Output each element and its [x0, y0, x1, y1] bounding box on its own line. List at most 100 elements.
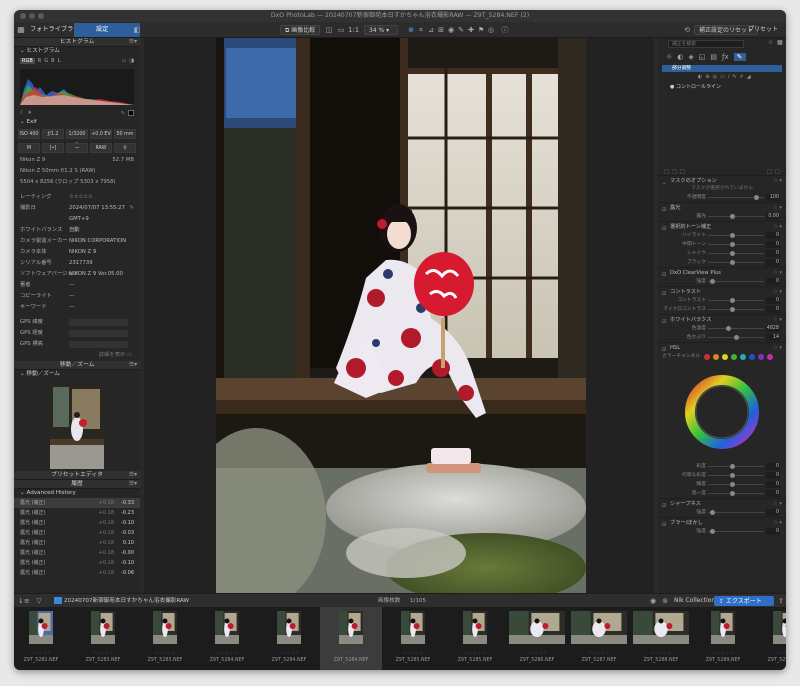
filmstrip-thumbnail[interactable]: ☆☆☆☆☆ Z9T_5282.NEF [14, 607, 72, 670]
slider-knob[interactable] [710, 510, 715, 515]
nik-collection-icon[interactable]: ⊚ [660, 596, 670, 606]
adjust-slider[interactable]: 色温度 4828 [658, 324, 786, 333]
filmstrip-thumbnail[interactable]: ☆☆☆☆☆ Z9T_5285.NEF [444, 607, 506, 670]
slider-knob[interactable] [726, 326, 731, 331]
history-item[interactable]: 露光 (補正) +0.18 -0.06 [14, 568, 140, 578]
filmstrip-thumbnail[interactable]: ☆☆☆☆☆ Z9T_5284.NEF [258, 607, 320, 670]
color-wheel[interactable] [658, 362, 786, 462]
blur-section[interactable]: ☑ ブラー/ぼかし ☆ ▾ [658, 517, 786, 528]
hsl-section[interactable]: ☑ HSL ☆ ▾ [658, 342, 786, 353]
exif-subheader[interactable]: ⌄ Exif [14, 118, 140, 127]
slider-knob[interactable] [730, 473, 735, 478]
slider-value[interactable]: 0.00 [766, 213, 780, 220]
adjust-slider[interactable]: ブラック 0 [658, 258, 786, 267]
adjust-slider[interactable]: 色かぶり 14 [658, 333, 786, 342]
slider-value[interactable]: 0 [766, 232, 780, 239]
adjust-slider[interactable]: 混一度 0 [658, 489, 786, 498]
preset-button[interactable]: プリセット [744, 25, 782, 35]
adjust-slider[interactable]: 強度 0 [658, 277, 786, 286]
export-button[interactable]: ⇪ エクスポート [714, 596, 774, 606]
slider-knob[interactable] [734, 335, 739, 340]
compare-button[interactable]: ⧉ 画像比較 [280, 25, 321, 35]
gps-input[interactable] [69, 319, 128, 326]
detail-icon[interactable]: ◈ [688, 53, 693, 61]
effects-icon[interactable]: ▤ [710, 53, 717, 61]
slider-value[interactable]: 0 [766, 259, 780, 266]
adjust-slider[interactable]: 均等な彩度 0 [658, 471, 786, 480]
adjust-slider[interactable]: 彩度 0 [658, 462, 786, 471]
fit-icon[interactable]: ▭ [336, 25, 346, 35]
detail-link[interactable]: 詳細を表示 ▭ [14, 350, 140, 361]
contrast-section[interactable]: ☑ コントラスト ☆ ▾ [658, 286, 786, 297]
histogram-panel-header[interactable]: ヒストグラム ☰▾ [14, 38, 140, 47]
opacity-slider[interactable]: 不透明度 100 [658, 193, 786, 202]
preset-editor-header[interactable]: プリセットエディタ ☰▾ [14, 471, 140, 480]
panel-menu-icon[interactable]: ☰▾ [129, 471, 137, 480]
geometry-icon[interactable]: ◱ [699, 53, 706, 61]
adjust-slider[interactable]: 強度 0 [658, 508, 786, 517]
navigator-thumbnail[interactable] [50, 385, 104, 469]
add-icon[interactable]: ▢ [664, 168, 670, 175]
history-panel-header[interactable]: 履歴 ☰▾ [14, 480, 140, 489]
history-item[interactable]: 露光 (補正) +0.18 -0.10 [14, 518, 140, 528]
hsl-color-swatch[interactable] [704, 354, 710, 360]
slider-knob[interactable] [730, 260, 735, 265]
image-viewer[interactable] [144, 38, 654, 593]
hsl-color-swatch[interactable] [713, 354, 719, 360]
adjust-slider[interactable]: コントラスト 0 [658, 296, 786, 305]
pen2-icon[interactable]: ✐ [740, 74, 744, 80]
history-item[interactable]: 露光 (補正) +0.18 0.10 [14, 538, 140, 548]
tone-section[interactable]: ☑ 選択的トーン補正 ☆ ▾ [658, 221, 786, 232]
panel-menu-icon[interactable]: ☰▾ [129, 361, 137, 370]
history-item[interactable]: 露光 (補正) +0.18 -0.00 [14, 548, 140, 558]
slider-value[interactable]: 0 [766, 472, 780, 479]
slider-value[interactable]: 14 [766, 334, 780, 341]
filter-icon[interactable]: ▽ [34, 596, 44, 606]
slider-knob[interactable] [710, 279, 715, 284]
hsl-color-swatch[interactable] [749, 354, 755, 360]
share-icon[interactable]: ⇧ [776, 596, 786, 606]
monitor-icon[interactable]: ▭ [122, 58, 127, 64]
moon-icon[interactable]: ☾ [20, 110, 24, 116]
gps-input[interactable] [69, 330, 128, 337]
light-icon[interactable]: ☼ [666, 53, 672, 61]
slider-value[interactable]: 0 [766, 250, 780, 257]
main-photo[interactable] [216, 38, 586, 593]
nik-icon[interactable]: ◉ [648, 596, 658, 606]
adjust-slider[interactable]: 中間トーン 0 [658, 240, 786, 249]
control-line-item[interactable]: ● コントロールライン [658, 81, 786, 92]
brush-icon[interactable]: ✎ [733, 53, 746, 61]
slider-value[interactable]: 0 [766, 297, 780, 304]
perspective-icon[interactable]: ⊞ [436, 25, 446, 35]
close-window-button[interactable] [20, 13, 26, 19]
history-item[interactable]: 露光 (補正) +0.18 -0.23 [14, 508, 140, 518]
grad-icon[interactable]: ◐ [698, 74, 702, 80]
brush-icon[interactable]: ⊕ [705, 74, 709, 80]
history-item[interactable]: 露光 (補正) +0.18 -0.03 [14, 528, 140, 538]
color-icon[interactable]: ◐ [677, 53, 683, 61]
star-icon[interactable]: ☆ [768, 39, 773, 46]
eraser-icon[interactable]: ▭ [720, 74, 725, 80]
local-adjust-header[interactable]: 部分調整 [662, 65, 782, 72]
pen-icon[interactable]: ✎ [732, 74, 736, 80]
slider-knob[interactable] [730, 233, 735, 238]
navigator-panel-header[interactable]: 移動／ズーム ☰▾ [14, 361, 140, 370]
sharpness-section[interactable]: ☑ シャープネス ☆ ▾ [658, 498, 786, 509]
minimize-window-button[interactable] [29, 13, 35, 19]
filmstrip-thumbnail[interactable]: ☆☆☆☆☆ Z9T_5290.NEF [754, 607, 786, 670]
grid-icon[interactable]: ▦ [777, 39, 783, 46]
filmstrip-thumbnail[interactable]: ☆☆☆☆☆ Z9T_5285.NEF [382, 607, 444, 670]
star-icon[interactable]: ☆ ▾ [773, 176, 782, 186]
adjust-slider[interactable]: 輝度 0 [658, 480, 786, 489]
clipping-icon[interactable]: ◨ [129, 58, 134, 64]
black-swatch-icon[interactable] [128, 110, 134, 116]
slider-knob[interactable] [730, 491, 735, 496]
actual-size-icon[interactable]: 1:1 [348, 25, 359, 35]
slider-value[interactable]: 0 [766, 490, 780, 497]
hsl-color-swatch[interactable] [731, 354, 737, 360]
slider-knob[interactable] [754, 195, 759, 200]
filmstrip-thumbnail[interactable]: ☆☆☆☆☆ Z9T_5289.NEF [692, 607, 754, 670]
trash-icon[interactable]: ▢ [774, 168, 780, 175]
filmstrip-thumbnail[interactable]: ☆☆☆☆☆ Z9T_5286.NEF [506, 607, 568, 670]
mask-options-header[interactable]: ⌄ マスクのオプション ☆ ▾ [658, 175, 786, 186]
